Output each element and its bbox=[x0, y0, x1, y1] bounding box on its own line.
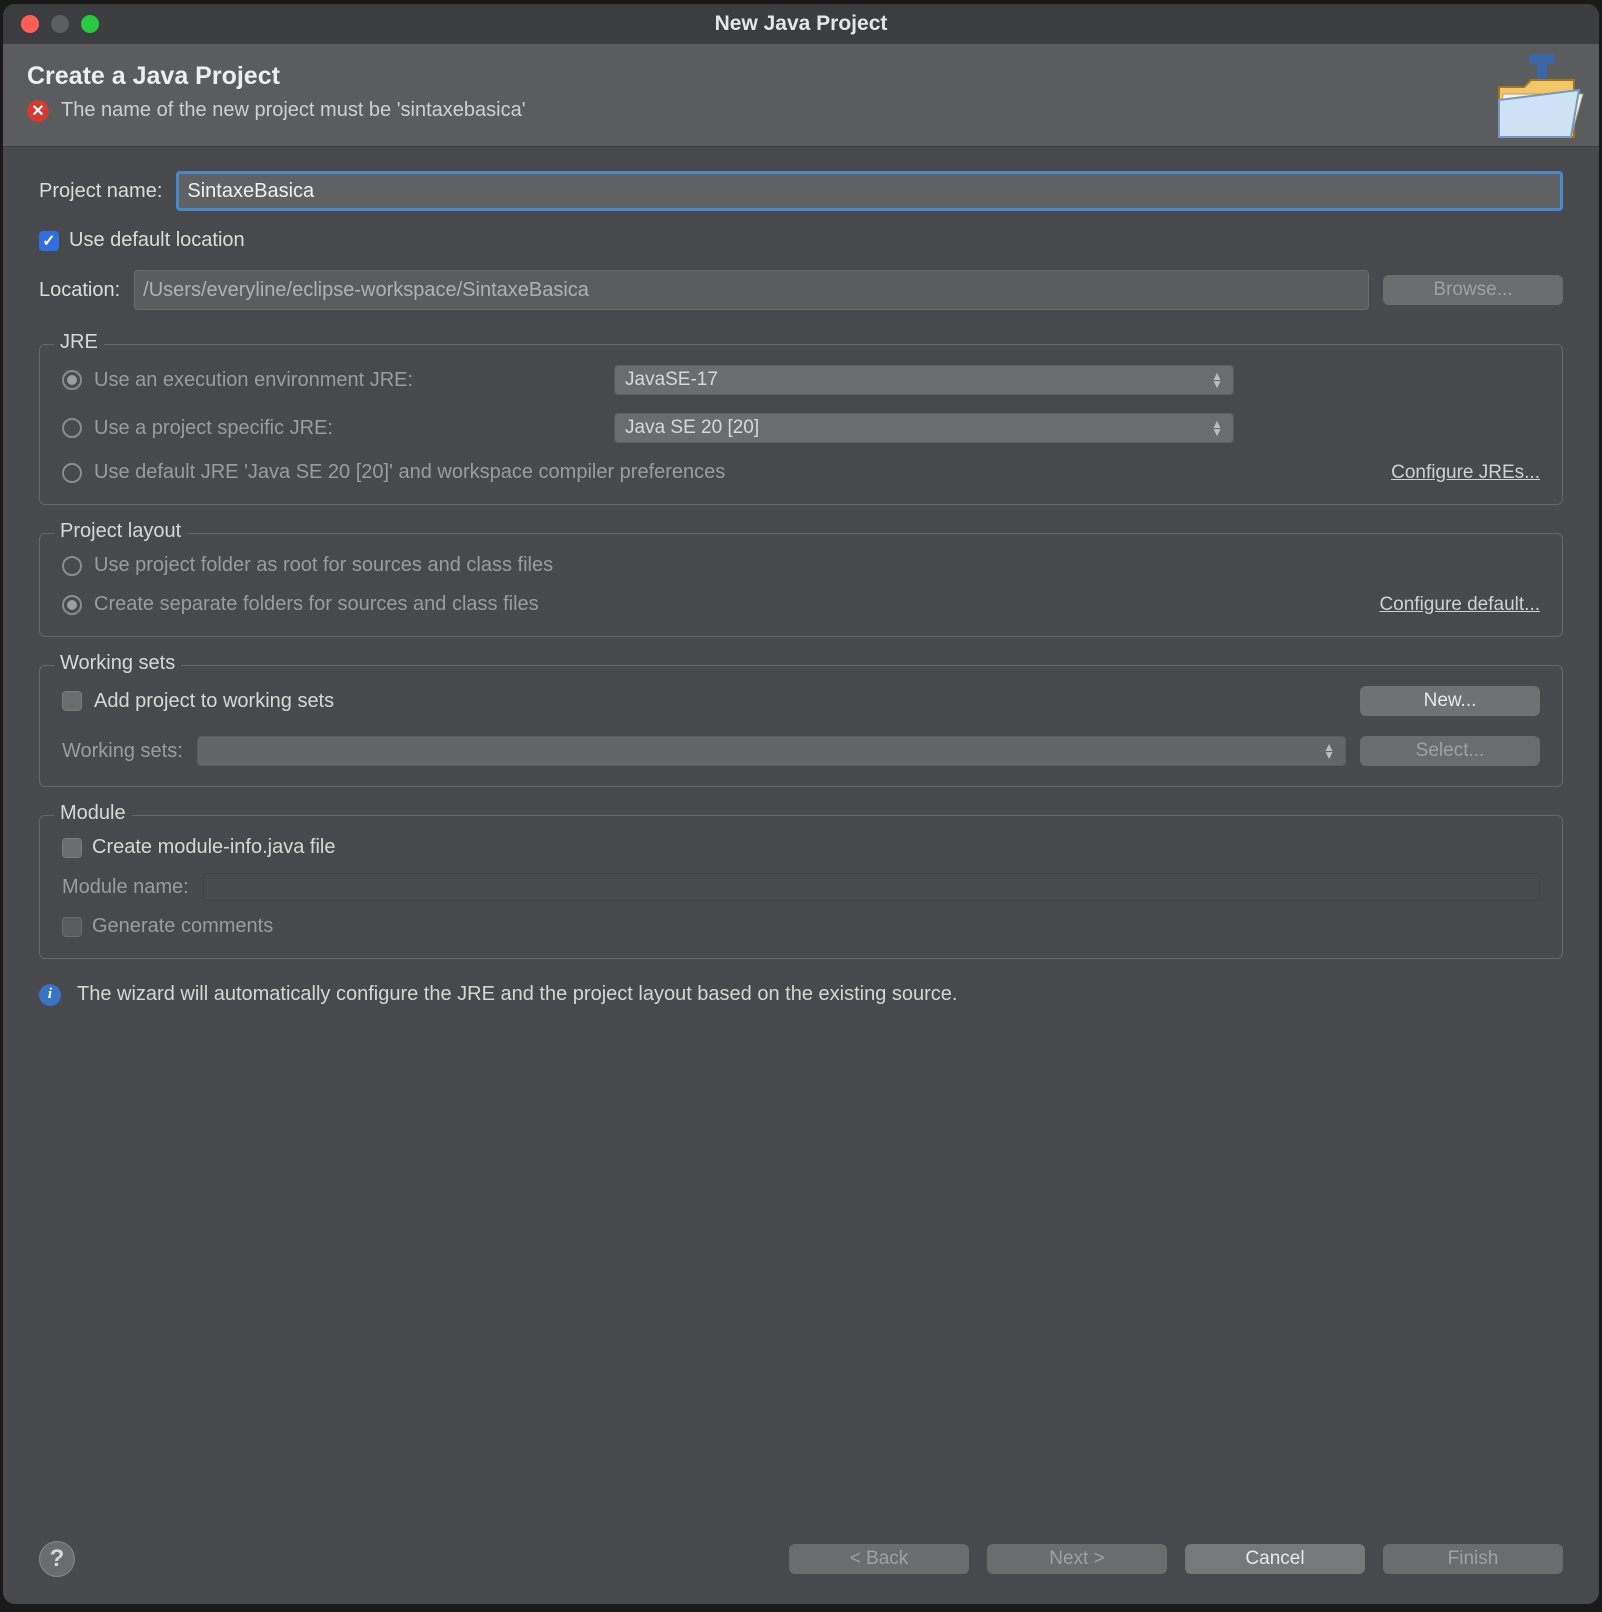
module-create-row: Create module-info.java file bbox=[62, 836, 1540, 859]
jre-project-specific-row: Use a project specific JRE: Java SE 20 [… bbox=[62, 413, 1540, 443]
close-window-button[interactable] bbox=[21, 15, 39, 33]
working-sets-select-row: Working sets: ▲▼ Select... bbox=[62, 736, 1540, 766]
info-message: The wizard will automatically configure … bbox=[77, 983, 957, 1006]
dropdown-caret-icon: ▲▼ bbox=[1211, 372, 1223, 388]
location-label: Location: bbox=[39, 279, 120, 302]
project-name-row: Project name: bbox=[39, 171, 1563, 211]
back-button[interactable]: < Back bbox=[789, 1544, 969, 1574]
info-icon: i bbox=[39, 984, 61, 1006]
working-sets-select[interactable]: ▲▼ bbox=[197, 736, 1346, 766]
wizard-footer: ? < Back Next > Cancel Finish bbox=[3, 1514, 1599, 1604]
project-name-label: Project name: bbox=[39, 180, 162, 203]
error-row: ✕ The name of the new project must be 's… bbox=[27, 99, 1575, 122]
location-row: Location: Browse... bbox=[39, 270, 1563, 310]
info-row: i The wizard will automatically configur… bbox=[39, 983, 1563, 1006]
wizard-content: Project name: ✓ Use default location Loc… bbox=[3, 147, 1599, 1514]
error-icon: ✕ bbox=[27, 100, 49, 122]
layout-separate-radio[interactable] bbox=[62, 595, 82, 615]
jre-exec-env-value: JavaSE-17 bbox=[625, 369, 718, 391]
layout-root-label: Use project folder as root for sources a… bbox=[94, 554, 553, 577]
generate-comments-label: Generate comments bbox=[92, 915, 273, 938]
jre-group-title: JRE bbox=[54, 331, 104, 354]
wizard-header: Create a Java Project ✕ The name of the … bbox=[3, 44, 1599, 147]
project-name-input[interactable] bbox=[176, 171, 1563, 211]
project-layout-title: Project layout bbox=[54, 520, 187, 543]
jre-project-specific-radio[interactable] bbox=[62, 418, 82, 438]
configure-jres-link[interactable]: Configure JREs... bbox=[1391, 462, 1540, 484]
minimize-window-button[interactable] bbox=[51, 15, 69, 33]
jre-project-specific-value: Java SE 20 [20] bbox=[625, 417, 759, 439]
dropdown-caret-icon: ▲▼ bbox=[1323, 743, 1335, 759]
jre-project-specific-select[interactable]: Java SE 20 [20] ▲▼ bbox=[614, 413, 1234, 443]
working-sets-add-row: Add project to working sets New... bbox=[62, 686, 1540, 716]
generate-comments-row: Generate comments bbox=[62, 915, 1540, 938]
cancel-button[interactable]: Cancel bbox=[1185, 1544, 1365, 1574]
new-working-set-button[interactable]: New... bbox=[1360, 686, 1540, 716]
add-working-sets-checkbox[interactable] bbox=[62, 691, 82, 711]
module-name-row: Module name: bbox=[62, 873, 1540, 901]
generate-comments-checkbox bbox=[62, 917, 82, 937]
configure-default-link[interactable]: Configure default... bbox=[1379, 594, 1540, 616]
titlebar: New Java Project bbox=[3, 4, 1599, 44]
jre-exec-env-row: Use an execution environment JRE: JavaSE… bbox=[62, 365, 1540, 395]
create-module-checkbox[interactable] bbox=[62, 838, 82, 858]
project-folder-icon bbox=[1479, 52, 1589, 152]
finish-button[interactable]: Finish bbox=[1383, 1544, 1563, 1574]
working-sets-label: Working sets: bbox=[62, 740, 183, 763]
create-module-label: Create module-info.java file bbox=[92, 836, 335, 859]
layout-separate-label: Create separate folders for sources and … bbox=[94, 593, 539, 616]
jre-exec-env-radio[interactable] bbox=[62, 370, 82, 390]
default-location-row: ✓ Use default location bbox=[39, 229, 1563, 252]
select-working-set-button[interactable]: Select... bbox=[1360, 736, 1540, 766]
use-default-location-label: Use default location bbox=[69, 229, 245, 252]
layout-root-row: Use project folder as root for sources a… bbox=[62, 554, 1540, 577]
next-button[interactable]: Next > bbox=[987, 1544, 1167, 1574]
module-name-label: Module name: bbox=[62, 876, 189, 899]
use-default-location-checkbox[interactable]: ✓ bbox=[39, 231, 59, 251]
jre-default-row: Use default JRE 'Java SE 20 [20]' and wo… bbox=[62, 461, 1540, 484]
jre-default-radio[interactable] bbox=[62, 463, 82, 483]
add-working-sets-label: Add project to working sets bbox=[94, 690, 334, 713]
project-layout-group: Project layout Use project folder as roo… bbox=[39, 533, 1563, 637]
working-sets-group: Working sets Add project to working sets… bbox=[39, 665, 1563, 787]
location-input bbox=[134, 270, 1369, 310]
module-group: Module Create module-info.java file Modu… bbox=[39, 815, 1563, 959]
help-icon[interactable]: ? bbox=[39, 1541, 75, 1577]
jre-default-label: Use default JRE 'Java SE 20 [20]' and wo… bbox=[94, 461, 725, 484]
working-sets-title: Working sets bbox=[54, 652, 181, 675]
error-message: The name of the new project must be 'sin… bbox=[61, 99, 526, 122]
layout-root-radio[interactable] bbox=[62, 556, 82, 576]
jre-exec-env-select[interactable]: JavaSE-17 ▲▼ bbox=[614, 365, 1234, 395]
module-name-input bbox=[203, 873, 1540, 901]
module-group-title: Module bbox=[54, 802, 132, 825]
wizard-title: Create a Java Project bbox=[27, 62, 1575, 91]
jre-group: JRE Use an execution environment JRE: Ja… bbox=[39, 344, 1563, 505]
maximize-window-button[interactable] bbox=[81, 15, 99, 33]
dropdown-caret-icon: ▲▼ bbox=[1211, 420, 1223, 436]
browse-button[interactable]: Browse... bbox=[1383, 275, 1563, 305]
jre-exec-env-label: Use an execution environment JRE: bbox=[94, 369, 413, 392]
dialog-window: New Java Project Create a Java Project ✕… bbox=[3, 4, 1599, 1604]
window-title: New Java Project bbox=[3, 12, 1599, 36]
window-controls bbox=[3, 15, 99, 33]
jre-project-specific-label: Use a project specific JRE: bbox=[94, 417, 333, 440]
layout-separate-row: Create separate folders for sources and … bbox=[62, 593, 1540, 616]
